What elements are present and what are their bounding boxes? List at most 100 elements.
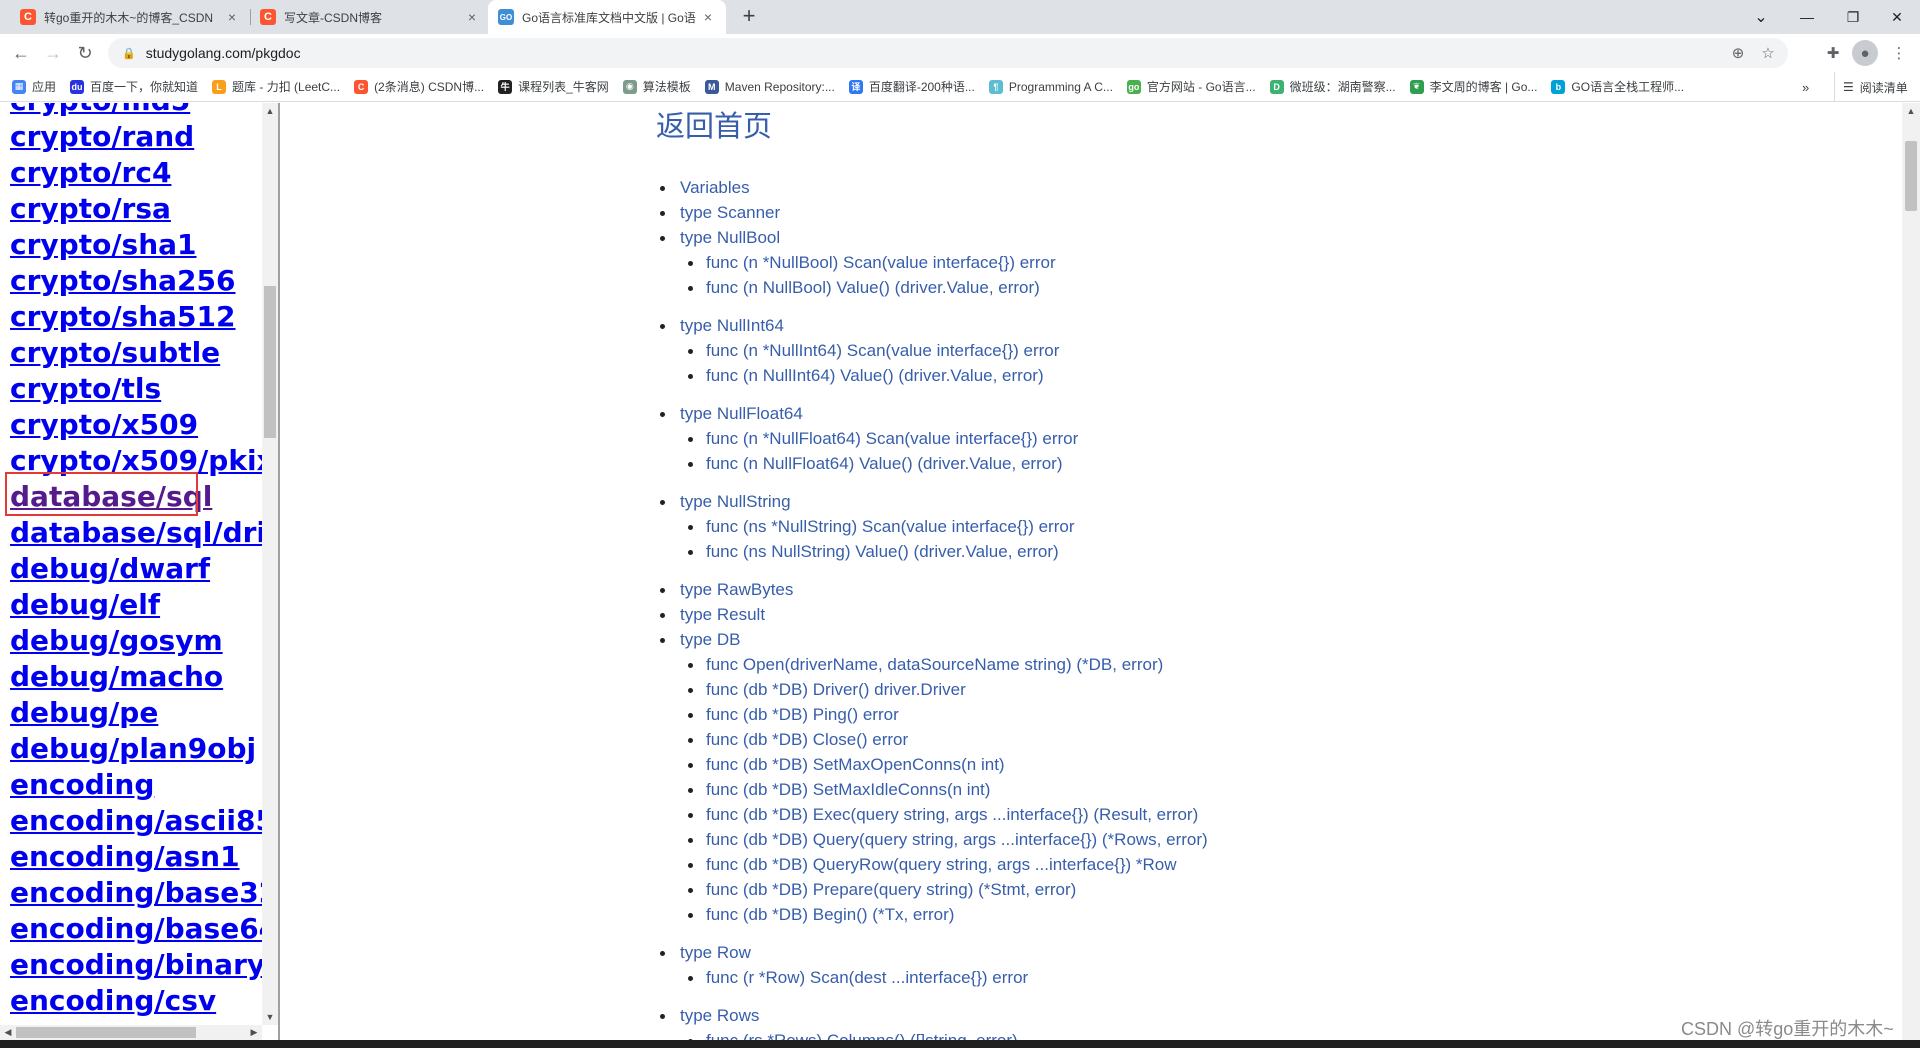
package-link[interactable]: crypto/md5	[10, 103, 278, 119]
left-horizontal-scrollbar[interactable]: ◀ ▶	[0, 1025, 262, 1040]
main-scroll-thumb[interactable]	[1905, 141, 1917, 211]
forward-arrow-icon[interactable]: →	[40, 40, 66, 66]
scroll-up-arrow-icon[interactable]: ▲	[262, 103, 278, 119]
toc-link[interactable]: type RawBytes	[680, 580, 793, 599]
extensions-icon[interactable]: ✚	[1820, 40, 1846, 66]
browser-tab[interactable]: GO Go语言标准库文档中文版 | Go语 ×	[488, 0, 726, 34]
package-link[interactable]: crypto/rsa	[10, 191, 278, 227]
toc-link[interactable]: func (db *DB) QueryRow(query string, arg…	[706, 855, 1177, 874]
close-window-button[interactable]: ✕	[1874, 0, 1920, 34]
package-link[interactable]: encoding/asn1	[10, 839, 278, 875]
toc-link[interactable]: type Scanner	[680, 203, 780, 222]
toc-link[interactable]: func (db *DB) Ping() error	[706, 705, 899, 724]
main-scroll-up-arrow-icon[interactable]: ▲	[1902, 103, 1920, 119]
bookmark-item[interactable]: du 百度一下，你就知道	[70, 78, 198, 95]
bookmark-item[interactable]: ¶ Programming A C...	[988, 79, 1113, 94]
toc-link[interactable]: type Row	[680, 943, 751, 962]
bookmark-item[interactable]: 牛课程列表_牛客网	[498, 78, 609, 95]
minimize-button[interactable]: —	[1784, 0, 1830, 34]
toc-link[interactable]: type NullBool	[680, 228, 780, 247]
main-vertical-scrollbar[interactable]: ▲	[1902, 103, 1920, 1040]
package-link[interactable]: debug/plan9obj	[10, 731, 278, 767]
toc-link[interactable]: func (db *DB) Begin() (*Tx, error)	[706, 905, 954, 924]
package-link[interactable]: crypto/sha1	[10, 227, 278, 263]
home-link[interactable]: 返回首页	[656, 103, 772, 145]
package-link[interactable]: debug/elf	[10, 587, 278, 623]
toc-link[interactable]: type NullFloat64	[680, 404, 803, 423]
bookmark-item[interactable]: D 微班级：湖南警察...	[1269, 78, 1396, 95]
toc-link[interactable]: func (db *DB) Prepare(query string) (*St…	[706, 880, 1076, 899]
toc-link[interactable]: func (db *DB) Exec(query string, args ..…	[706, 805, 1198, 824]
package-link[interactable]: encoding/ascii85	[10, 803, 278, 839]
package-link[interactable]: encoding/base32	[10, 875, 278, 911]
toc-link[interactable]: func (ns *NullString) Scan(value interfa…	[706, 517, 1075, 536]
bookmark-item[interactable]: L 题库 - 力扣 (LeetC...	[212, 78, 340, 95]
bookmark-item[interactable]: ❦ 李文周的博客 | Go...	[1409, 78, 1537, 95]
toc-link[interactable]: type NullInt64	[680, 316, 784, 335]
package-link[interactable]: database/sql/driver	[10, 515, 278, 551]
bookmark-item[interactable]: M Maven Repository:...	[704, 79, 835, 94]
browser-tab[interactable]: C 写文章-CSDN博客 ×	[250, 0, 490, 34]
tab-close-icon[interactable]: ×	[224, 9, 240, 25]
package-link[interactable]: crypto/sha512	[10, 299, 278, 335]
bookmark-item[interactable]: 译百度翻译-200种语...	[848, 78, 975, 95]
toc-link[interactable]: func (n NullInt64) Value() (driver.Value…	[706, 366, 1044, 385]
toc-link[interactable]: func (r *Row) Scan(dest ...interface{}) …	[706, 968, 1028, 987]
package-link[interactable]: debug/macho	[10, 659, 278, 695]
menu-kebab-icon[interactable]: ⋮	[1886, 40, 1912, 66]
package-link[interactable]: debug/pe	[10, 695, 278, 731]
toc-link[interactable]: func (db *DB) Close() error	[706, 730, 908, 749]
bookmark-item[interactable]: C (2条消息) CSDN博...	[354, 78, 484, 95]
toc-link[interactable]: func (db *DB) Driver() driver.Driver	[706, 680, 966, 699]
zoom-icon[interactable]: ⊕	[1724, 38, 1752, 68]
toc-link[interactable]: func (n NullFloat64) Value() (driver.Val…	[706, 454, 1063, 473]
reading-list-button[interactable]: ☰ 阅读清单	[1834, 72, 1908, 102]
bookmark-item[interactable]: ▦ 应用	[12, 78, 56, 95]
left-hscroll-thumb[interactable]	[16, 1027, 196, 1038]
toc-link[interactable]: func (n *NullFloat64) Scan(value interfa…	[706, 429, 1078, 448]
maximize-button[interactable]: ❐	[1830, 0, 1876, 34]
bookmark-star-icon[interactable]: ☆	[1754, 38, 1782, 68]
package-link[interactable]: encoding/binary	[10, 947, 278, 983]
package-link[interactable]: crypto/rc4	[10, 155, 278, 191]
package-link[interactable]: encoding	[10, 767, 278, 803]
package-link[interactable]: encoding/base64	[10, 911, 278, 947]
package-link[interactable]: crypto/subtle	[10, 335, 278, 371]
package-link[interactable]: crypto/tls	[10, 371, 278, 407]
toc-link[interactable]: type Rows	[680, 1006, 759, 1025]
package-link[interactable]: crypto/x509	[10, 407, 278, 443]
new-tab-button[interactable]: +	[736, 4, 762, 30]
toc-link[interactable]: func (db *DB) SetMaxOpenConns(n int)	[706, 755, 1005, 774]
browser-tab[interactable]: C 转go重开的木木~的博客_CSDN ×	[10, 0, 250, 34]
url-input[interactable]	[145, 45, 1546, 61]
toc-link[interactable]: func (db *DB) Query(query string, args .…	[706, 830, 1208, 849]
scroll-left-arrow-icon[interactable]: ◀	[0, 1025, 16, 1040]
toc-link[interactable]: func (n *NullInt64) Scan(value interface…	[706, 341, 1059, 360]
toc-link[interactable]: func (db *DB) SetMaxIdleConns(n int)	[706, 780, 990, 799]
tab-close-icon[interactable]: ×	[464, 9, 480, 25]
toc-link[interactable]: type Result	[680, 605, 765, 624]
package-link[interactable]: crypto/rand	[10, 119, 278, 155]
toc-link[interactable]: Variables	[680, 178, 750, 197]
scroll-down-arrow-icon[interactable]: ▼	[262, 1009, 278, 1025]
left-scroll-thumb[interactable]	[264, 286, 276, 438]
left-vertical-scrollbar[interactable]: ▲ ▼	[262, 103, 278, 1025]
package-link[interactable]: debug/gosym	[10, 623, 278, 659]
toc-link[interactable]: func (n *NullBool) Scan(value interface{…	[706, 253, 1056, 272]
toc-link[interactable]: func (rs *Rows) Columns() ([]string, err…	[706, 1031, 1018, 1040]
toc-link[interactable]: type NullString	[680, 492, 791, 511]
toc-link[interactable]: type DB	[680, 630, 740, 649]
scroll-right-arrow-icon[interactable]: ▶	[246, 1025, 262, 1040]
bookmark-item[interactable]: go 官方网站 - Go语言...	[1126, 78, 1256, 95]
package-link[interactable]: crypto/sha256	[10, 263, 278, 299]
tab-close-icon[interactable]: ×	[700, 9, 716, 25]
package-link[interactable]: encoding/csv	[10, 983, 278, 1019]
bookmark-item[interactable]: b GO语言全栈工程师...	[1551, 78, 1684, 95]
reload-icon[interactable]: ↻	[72, 40, 98, 66]
back-arrow-icon[interactable]: ←	[8, 40, 34, 66]
tab-search-icon[interactable]: ⌄	[1738, 0, 1784, 34]
bookmarks-more-button[interactable]: »	[1802, 72, 1809, 102]
package-link[interactable]: debug/dwarf	[10, 551, 278, 587]
profile-avatar-icon[interactable]: ●	[1852, 40, 1878, 66]
bookmark-item[interactable]: ◉ 算法模板	[622, 78, 691, 95]
